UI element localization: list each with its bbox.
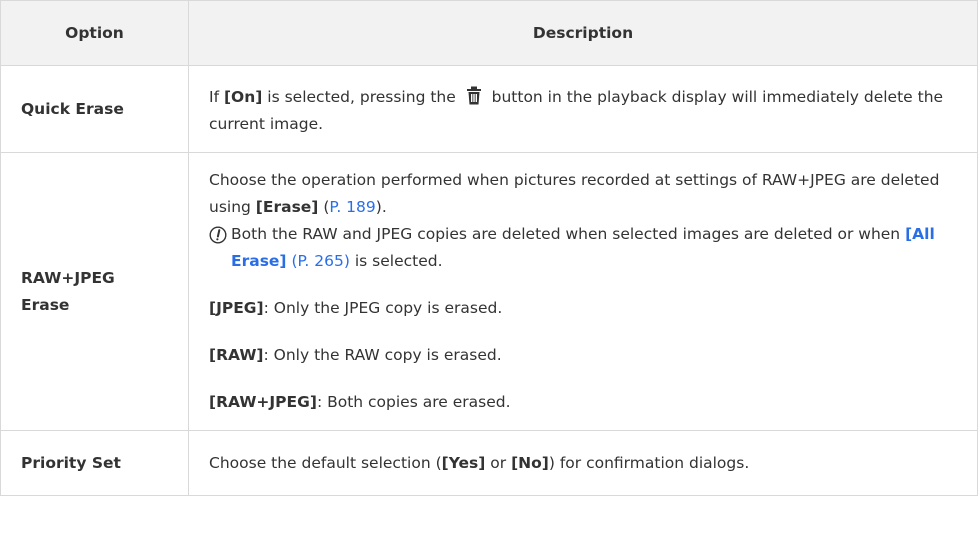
item-text-raw-jpeg: : Both copies are erased.: [316, 393, 511, 411]
list-item-raw: [RAW]: Only the RAW copy is erased.: [209, 342, 957, 369]
link-page-189[interactable]: P. 189: [329, 198, 375, 216]
table-header-row: Option Description: [0, 0, 978, 66]
option-priority-set: Priority Set: [0, 430, 189, 496]
description-raw-jpeg-erase: Choose the operation performed when pict…: [188, 152, 978, 431]
priority-yes: [Yes]: [441, 453, 486, 472]
options-table: Option Description Quick Erase If [On] i…: [0, 0, 978, 496]
caution-note: Both the RAW and JPEG copies are deleted…: [209, 221, 957, 275]
header-description: Description: [188, 0, 978, 66]
quick-erase-text-prefix: If: [209, 88, 224, 106]
option-raw-jpeg-erase: RAW+JPEG Erase: [0, 152, 189, 431]
raw-intro-erase: [Erase]: [255, 198, 319, 216]
priority-text-suffix: ) for confirmation dialogs.: [548, 453, 750, 472]
description-priority-set: Choose the default selection ([Yes] or […: [188, 430, 978, 496]
trash-icon: [466, 86, 481, 105]
link-page-265[interactable]: (P. 265): [291, 252, 349, 270]
list-item-jpeg: [JPEG]: Only the JPEG copy is erased.: [209, 295, 957, 322]
item-text-raw: : Only the RAW copy is erased.: [263, 346, 502, 364]
quick-erase-on: [On]: [223, 88, 263, 106]
option-quick-erase: Quick Erase: [0, 65, 189, 153]
priority-no: [No]: [511, 453, 549, 472]
quick-erase-text-mid: is selected, pressing the: [262, 88, 461, 106]
table-row-raw-jpeg-erase: RAW+JPEG Erase Choose the operation perf…: [0, 152, 978, 431]
header-option: Option: [0, 0, 189, 66]
list-item-raw-jpeg: [RAW+JPEG]: Both copies are erased.: [209, 389, 957, 416]
item-key-raw: [RAW]: [209, 346, 264, 364]
priority-text-or: or: [485, 453, 512, 472]
table-row-quick-erase: Quick Erase If [On] is selected, pressin…: [0, 65, 978, 153]
raw-intro-open-paren: (: [318, 198, 330, 216]
item-key-jpeg: [JPEG]: [209, 299, 264, 317]
raw-intro-suffix: ).: [375, 198, 387, 216]
item-key-raw-jpeg: [RAW+JPEG]: [209, 393, 317, 411]
note-text-suffix: is selected.: [349, 252, 443, 270]
description-quick-erase: If [On] is selected, pressing the button…: [188, 65, 978, 153]
caution-icon: [209, 226, 227, 244]
table-row-priority-set: Priority Set Choose the default selectio…: [0, 430, 978, 496]
note-text-prefix: Both the RAW and JPEG copies are deleted…: [231, 225, 906, 243]
item-text-jpeg: : Only the JPEG copy is erased.: [263, 299, 503, 317]
priority-text-prefix: Choose the default selection (: [209, 453, 442, 472]
